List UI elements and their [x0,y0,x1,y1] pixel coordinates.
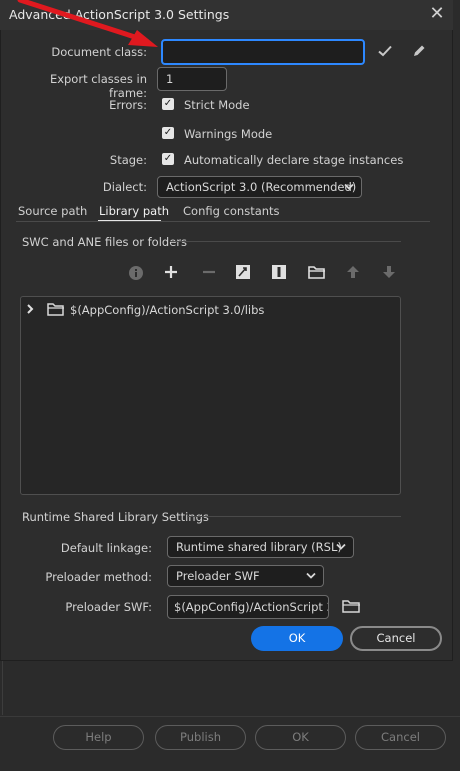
auto-declare-label: Automatically declare stage instances [184,153,404,167]
preloader-method-dropdown[interactable]: Preloader SWF [167,565,324,587]
browse-swc-icon[interactable] [234,263,252,281]
tab-source-path[interactable]: Source path [18,204,87,218]
move-up-icon[interactable] [344,263,362,281]
errors-label: Errors: [109,98,147,112]
folder-icon [47,302,65,316]
preloader-swf-input[interactable]: $(AppConfig)/ActionScript 3.0 [167,595,329,619]
swc-section-divider [170,241,401,242]
dialect-dropdown[interactable]: ActionScript 3.0 (Recommended) [157,176,362,198]
rsl-section-title: Runtime Shared Library Settings [22,510,209,524]
background-divider [0,716,460,717]
background-ok-button[interactable]: OK [255,725,346,750]
dialect-label: Dialect: [102,180,147,194]
preloader-swf-label: Preloader SWF: [65,600,152,614]
add-folder-icon[interactable] [307,263,325,281]
export-frame-label: Export classes in frame: [49,72,147,100]
chevron-down-icon [343,177,355,203]
background-panel-edge [2,660,8,715]
browse-flex-sdk-icon[interactable] [270,263,288,281]
strict-mode-checkbox[interactable]: ✓ [162,98,174,110]
tab-library-path[interactable]: Library path [99,204,169,218]
background-help-button[interactable]: Help [53,725,144,750]
info-icon[interactable] [127,264,145,282]
browse-folder-icon[interactable] [342,598,362,614]
preloader-method-value: Preloader SWF [176,569,260,583]
stage-label: Stage: [109,153,147,167]
close-icon[interactable]: ✕ [426,3,448,25]
library-path-tree[interactable] [20,296,401,495]
remove-icon[interactable] [200,263,218,281]
swc-section-title: SWC and ANE files or folders [22,235,187,249]
tree-item-label[interactable]: $(AppConfig)/ActionScript 3.0/libs [70,303,264,317]
preloader-method-label: Preloader method: [45,570,152,584]
ok-button[interactable]: OK [251,626,343,651]
document-class-input[interactable] [161,39,365,65]
export-frame-input[interactable]: 1 [157,67,227,91]
chevron-down-icon [305,566,317,592]
pencil-icon[interactable] [410,42,428,60]
checkmark-icon[interactable] [376,42,394,60]
chevron-right-icon[interactable] [24,302,36,316]
default-linkage-label: Default linkage: [60,541,152,555]
tab-config-constants[interactable]: Config constants [183,204,280,218]
cancel-button[interactable]: Cancel [350,626,442,651]
default-linkage-value: Runtime shared library (RSL) [176,540,342,554]
strict-mode-label: Strict Mode [184,98,250,112]
warnings-mode-label: Warnings Mode [184,127,273,141]
auto-declare-checkbox[interactable]: ✓ [162,153,174,165]
warnings-mode-checkbox[interactable]: ✓ [162,127,174,139]
move-down-icon[interactable] [380,263,398,281]
add-icon[interactable] [162,263,180,281]
background-cancel-button[interactable]: Cancel [355,725,446,750]
background-publish-button[interactable]: Publish [155,725,246,750]
annotation-arrow [0,0,170,60]
dialect-value: ActionScript 3.0 (Recommended) [166,180,357,194]
chevron-down-icon [335,537,347,563]
default-linkage-dropdown[interactable]: Runtime shared library (RSL) [167,536,354,558]
rsl-section-divider [187,516,401,517]
tab-divider [16,221,430,222]
